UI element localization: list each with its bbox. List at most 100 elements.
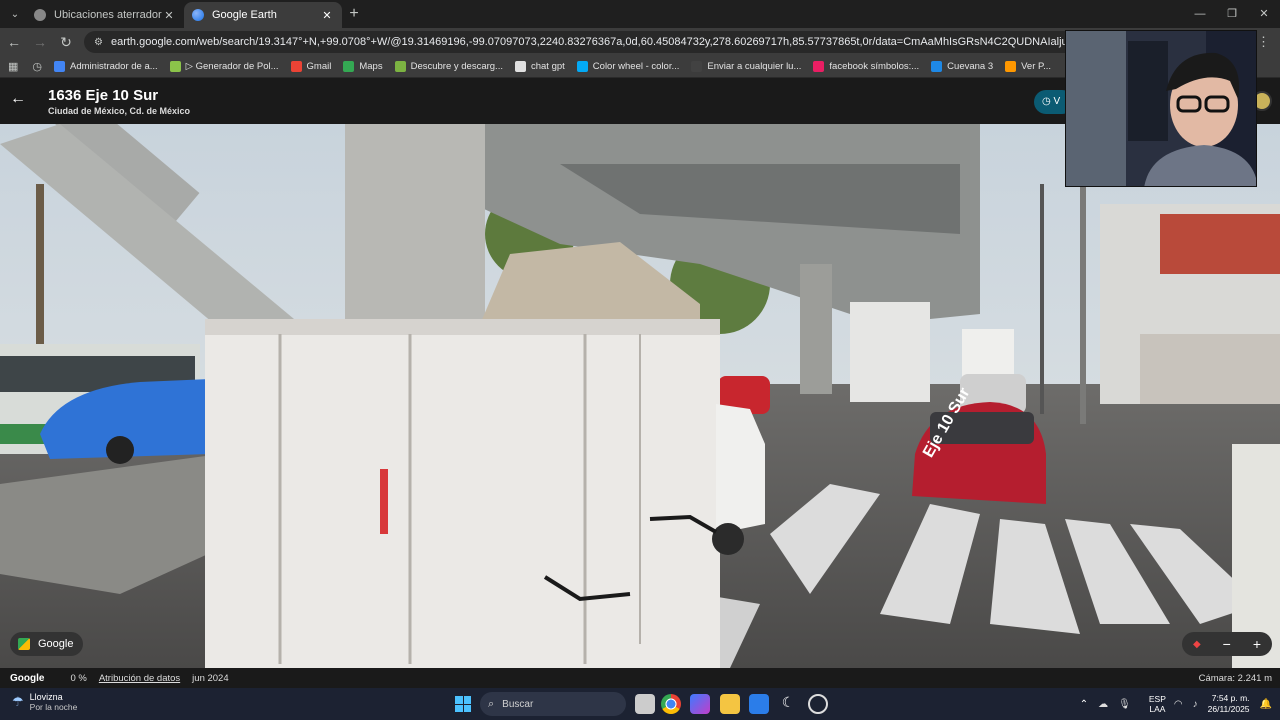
bookmark-item[interactable]: facebook símbolos:... [813, 61, 919, 72]
clock-date: 26/11/2025 [1207, 704, 1250, 714]
store-icon[interactable] [749, 694, 769, 714]
compass-icon[interactable]: ◆ [1193, 639, 1201, 650]
bookmark-label: Enviar a cualquier lu... [707, 61, 802, 72]
recorder-icon[interactable] [808, 694, 828, 714]
file-explorer-icon[interactable] [720, 694, 740, 714]
bookmark-label: Maps [359, 61, 383, 72]
bookmark-favicon-icon [514, 61, 526, 72]
bookmark-label: Administrador de a... [70, 61, 158, 72]
bookmark-item[interactable]: Administrador de a... [54, 61, 158, 72]
wifi-icon[interactable]: ◠ [1174, 699, 1183, 710]
google-logo: Google [10, 672, 45, 684]
tray-overflow-icon[interactable]: ⌃ [1080, 699, 1088, 710]
place-subtitle: Ciudad de México, Cd. de México [48, 106, 191, 116]
site-info-icon[interactable]: ⚙ [94, 37, 103, 48]
windows-taskbar: ☂ Llovizna Por la noche ⌕ Buscar ☾ ⌃ ☁ 🎙… [0, 688, 1280, 720]
zoom-out-button[interactable]: − [1223, 636, 1231, 652]
microphone-icon[interactable]: 🎙 [1118, 699, 1131, 710]
browser-menu-icon[interactable]: ⋮ [1257, 34, 1270, 50]
language-indicator[interactable]: ESP LAA [1149, 694, 1166, 714]
tab-title: Google Earth [212, 9, 277, 21]
clock[interactable]: 7:54 p. m. 26/11/2025 [1208, 693, 1250, 715]
clock-time: 7:54 p. m. [1211, 693, 1250, 703]
bookmark-item[interactable]: Gmail [290, 61, 332, 72]
street-view-image [0, 124, 1280, 668]
restore-icon[interactable]: ❐ [1216, 0, 1248, 28]
bookmark-favicon-icon [931, 61, 943, 72]
tab-google-earth[interactable]: Google Earth ✕ [184, 2, 342, 28]
tab-strip: ⌄ Ubicaciones aterradoras Google ✕ Googl… [0, 0, 1280, 28]
close-tab-icon[interactable]: ✕ [162, 9, 176, 22]
tab-ubicaciones[interactable]: Ubicaciones aterradoras Google ✕ [26, 2, 184, 28]
zoom-in-button[interactable]: + [1253, 636, 1261, 652]
start-windows-icon[interactable] [455, 696, 471, 712]
bookmark-favicon-icon [54, 61, 66, 72]
data-attribution-link[interactable]: Atribución de datos [99, 673, 180, 684]
bookmark-favicon-icon [576, 61, 588, 72]
close-window-icon[interactable]: ✕ [1248, 0, 1280, 28]
bookmark-item[interactable]: ▷ Generador de Pol... [169, 61, 279, 72]
search-icon: ⌕ [488, 697, 495, 710]
map-mode-chip[interactable]: Google [10, 632, 84, 656]
historical-imagery-label: V [1053, 96, 1061, 107]
bookmark-item[interactable]: Maps [343, 61, 383, 72]
bookmark-item[interactable]: chat gpt [514, 61, 565, 72]
lang-line-1: ESP [1148, 694, 1166, 704]
bookmark-favicon-icon [813, 61, 825, 72]
back-arrow-icon[interactable]: ← [10, 90, 26, 108]
bookmark-label: Cuevana 3 [947, 61, 994, 72]
history-icon[interactable]: ◷ [32, 60, 42, 73]
bookmark-item[interactable]: Cuevana 3 [931, 61, 993, 72]
screen: ⌄ Ubicaciones aterradoras Google ✕ Googl… [0, 0, 1280, 720]
bookmark-favicon-icon [343, 61, 355, 72]
forward-icon[interactable]: → [28, 34, 52, 50]
weather-title: Llovizna [29, 692, 63, 702]
tab-title: Ubicaciones aterradoras Google [54, 9, 162, 21]
tab-search-button[interactable]: ⌄ [4, 4, 26, 24]
bookmark-label: Color wheel - color... [592, 61, 680, 72]
bookmark-label: chat gpt [530, 61, 565, 72]
reload-icon[interactable]: ↻ [54, 34, 78, 51]
window-controls: — ❐ ✕ [1184, 0, 1280, 28]
webcam-video [1066, 31, 1256, 186]
webcam-overlay [1065, 30, 1257, 187]
notifications-icon[interactable]: 🔔 [1260, 699, 1272, 710]
system-tray: ⌃ ☁ 🎙 ESP LAA ◠ ♪ 7:54 p. m. 26/11/2025 … [1080, 688, 1280, 720]
bookmark-item[interactable]: Descubre y descarg... [394, 61, 503, 72]
bookmark-item[interactable]: Ver P... [1005, 61, 1051, 72]
weather-subtitle: Por la noche [29, 702, 78, 712]
bookmark-label: Descubre y descarg... [410, 61, 503, 72]
volume-icon[interactable]: ♪ [1193, 699, 1198, 710]
rain-cloud-icon: ☂ [12, 694, 24, 709]
search-placeholder: Buscar [502, 698, 534, 710]
place-title: 1636 Eje 10 Sur [48, 87, 159, 104]
lang-line-2: LAA [1149, 704, 1166, 714]
street-view-panorama[interactable]: Eje 10 Sur [0, 124, 1280, 668]
bookmark-favicon-icon [169, 61, 181, 72]
taskbar-search[interactable]: ⌕ Buscar [480, 692, 626, 716]
zoom-control: ◆ − + [1182, 632, 1272, 656]
bookmark-item[interactable]: Enviar a cualquier lu... [691, 61, 801, 72]
new-tab-button[interactable]: + [342, 5, 366, 23]
chrome-icon[interactable] [661, 694, 681, 714]
app-icon[interactable]: ☾ [778, 694, 798, 714]
load-percent: 0 % [70, 672, 87, 684]
weather-widget[interactable]: ☂ Llovizna Por la noche [12, 692, 77, 712]
bookmark-favicon-icon [691, 61, 703, 72]
bookmark-favicon-icon [1005, 61, 1017, 72]
earth-footer: Google 0 % Atribución de datos jun 2024 … [0, 668, 1280, 688]
map-chip-label: Google [38, 638, 74, 650]
earth-favicon-icon [34, 9, 46, 21]
bookmark-label: Gmail [306, 61, 332, 72]
task-view-icon[interactable] [635, 694, 655, 714]
back-icon[interactable]: ← [2, 34, 26, 50]
copilot-icon[interactable] [690, 694, 710, 714]
bookmark-favicon-icon [290, 61, 302, 72]
minimize-icon[interactable]: — [1184, 0, 1216, 28]
bookmark-item[interactable]: Color wheel - color... [576, 61, 680, 72]
cloud-icon[interactable]: ☁ [1098, 699, 1108, 710]
close-tab-icon[interactable]: ✕ [320, 9, 334, 22]
camera-altitude: Cámara: 2.241 m [1198, 672, 1272, 684]
google-maps-icon [18, 638, 30, 650]
apps-grid-icon[interactable]: ▦ [8, 60, 18, 73]
